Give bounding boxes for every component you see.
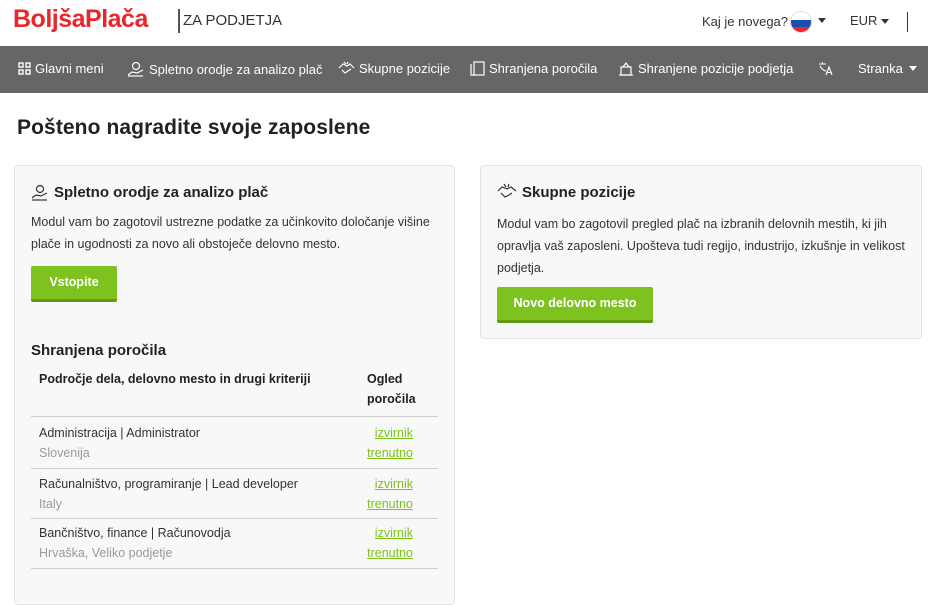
nav-item-saved-reports[interactable]: Shranjena poročila	[470, 61, 597, 76]
table-divider	[31, 568, 438, 569]
hand-coin-icon	[31, 184, 48, 201]
original-report-link[interactable]: izvirnik	[353, 526, 413, 540]
card-title-text: Skupne pozicije	[522, 183, 636, 201]
page-title: Pošteno nagradite svoje zaposlene	[17, 116, 371, 139]
logo-divider	[178, 9, 180, 33]
salary-tool-card: Spletno orodje za analizo plač Modul vam…	[14, 165, 455, 605]
currency-label: EUR	[850, 13, 878, 28]
column-header-criteria: Področje dela, delovno mesto in drugi kr…	[39, 372, 311, 386]
building-icon	[619, 62, 633, 76]
nav-item-company-positions[interactable]: Shranjene pozicije podjetja	[618, 61, 793, 76]
nav-item-label: Shranjena poročila	[489, 61, 598, 76]
table-divider	[31, 416, 438, 417]
column-header-line: poročila	[367, 392, 416, 406]
nav-item-label: Stranka	[858, 61, 903, 76]
current-report-link[interactable]: trenutno	[353, 497, 413, 511]
logo[interactable]: BoljšaPlača	[13, 5, 148, 34]
report-title: Bančništvo, finance | Računovodja	[39, 526, 231, 540]
handshake-icon	[497, 183, 517, 198]
chevron-down-icon	[908, 66, 917, 71]
card-description-line: Modul vam bo zagotovil pregled plač na i…	[497, 217, 887, 231]
current-report-link[interactable]: trenutno	[353, 446, 413, 460]
new-position-button[interactable]: Novo delovno mesto	[497, 287, 653, 323]
nav-item-account-dropdown[interactable]: Stranka	[858, 61, 917, 76]
currency-dropdown[interactable]: EUR	[850, 13, 890, 28]
card-title: Spletno orodje za analizo plač	[31, 184, 268, 201]
report-title: Administracija | Administrator	[39, 426, 200, 440]
chevron-down-icon	[881, 19, 890, 25]
language-chevron-down-icon[interactable]	[818, 18, 826, 23]
nav-item-shared-positions[interactable]: Skupne pozicije	[338, 61, 450, 76]
logo-subtitle: ZA PODJETJA	[183, 12, 283, 29]
handshake-icon	[338, 61, 355, 74]
top-bar: BoljšaPlača ZA PODJETJA Kaj je novega? E…	[0, 0, 928, 46]
card-description: Modul vam bo zagotovil ustrezne podatke …	[31, 211, 446, 255]
original-report-link[interactable]: izvirnik	[353, 477, 413, 491]
column-header-line: Ogled	[367, 372, 403, 386]
saved-reports-title: Shranjena poročila	[31, 342, 167, 359]
hand-coin-icon	[127, 61, 144, 77]
report-criteria: Slovenija	[39, 446, 90, 460]
documents-icon	[470, 61, 485, 76]
report-title: Računalništvo, programiranje | Lead deve…	[39, 477, 298, 491]
enter-button[interactable]: Vstopite	[31, 266, 117, 302]
nav-item-label: Glavni meni	[35, 61, 104, 76]
nav-item-label: Skupne pozicije	[359, 61, 451, 76]
card-description-line: opravlja vaš zaposleni. Upošteva tudi re…	[497, 239, 905, 253]
nav-item-salary-tool[interactable]: Spletno orodje za analizo plač	[127, 61, 322, 77]
translate-button[interactable]	[818, 61, 838, 76]
table-divider	[31, 468, 438, 469]
grid-icon	[18, 62, 31, 75]
nav-item-main-menu[interactable]: Glavni meni	[18, 61, 104, 76]
whats-new-link[interactable]: Kaj je novega?	[702, 14, 788, 29]
card-description-line: podjetja.	[497, 261, 545, 275]
report-criteria: Italy	[39, 497, 62, 511]
current-report-link[interactable]: trenutno	[353, 546, 413, 560]
card-description-line: plače in ugodnosti za novo ali obstoječe…	[31, 237, 341, 251]
translate-icon	[819, 62, 833, 76]
original-report-link[interactable]: izvirnik	[353, 426, 413, 440]
column-header-view-report: Ogled poročila	[367, 369, 416, 409]
card-description: Modul vam bo zagotovil pregled plač na i…	[497, 213, 917, 279]
header-divider	[907, 12, 908, 32]
card-description-line: Modul vam bo zagotovil ustrezne podatke …	[31, 215, 430, 229]
main-nav: Glavni meni Spletno orodje za analizo pl…	[0, 46, 928, 93]
card-title-text: Spletno orodje za analizo plač	[54, 184, 269, 201]
nav-item-label: Shranjene pozicije podjetja	[638, 61, 794, 76]
report-criteria: Hrvaška, Veliko podjetje	[39, 546, 173, 560]
table-divider	[31, 518, 438, 519]
nav-item-label: Spletno orodje za analizo plač	[149, 61, 323, 77]
card-title: Skupne pozicije	[497, 183, 635, 201]
slovenia-flag-icon[interactable]	[790, 11, 812, 33]
shared-positions-card: Skupne pozicije Modul vam bo zagotovil p…	[480, 165, 922, 339]
